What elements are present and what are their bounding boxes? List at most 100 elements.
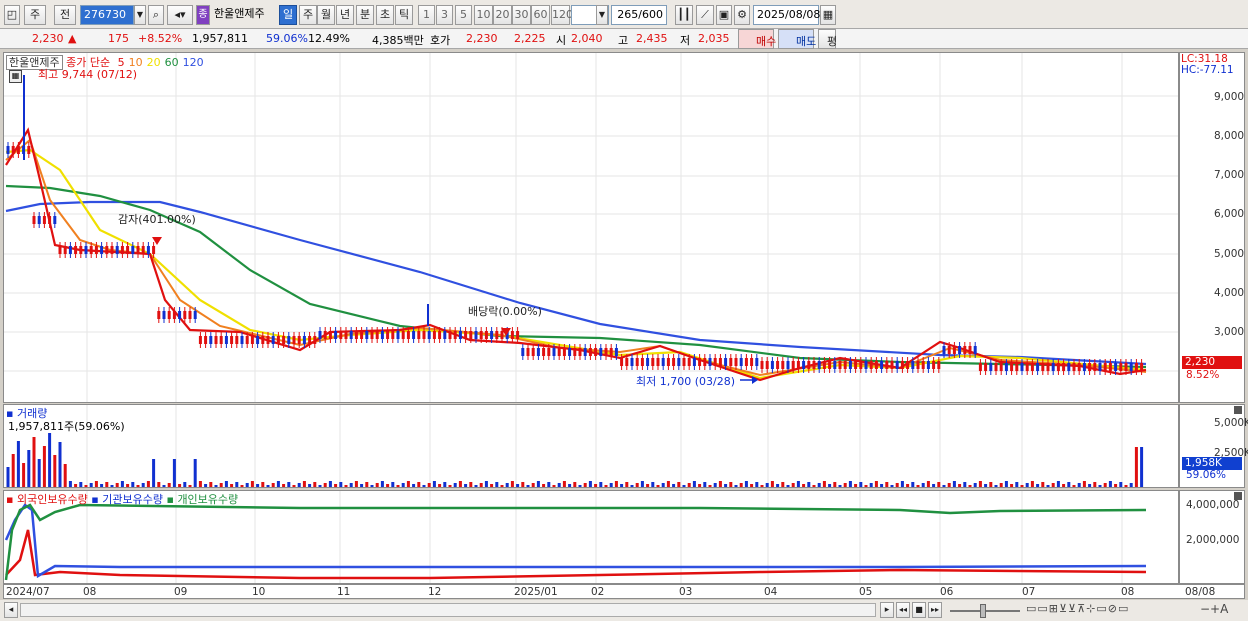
volume-bar xyxy=(703,482,707,487)
volume-bar xyxy=(401,483,405,487)
volume-bar xyxy=(984,484,988,487)
volume-bar xyxy=(172,459,176,487)
volume-bar xyxy=(791,483,795,487)
candle-body xyxy=(391,331,395,339)
holdings-tick-2: 2,000,000 xyxy=(1186,534,1240,546)
candle-body xyxy=(32,216,36,224)
zoom-slider-thumb[interactable] xyxy=(980,604,986,618)
candle-body xyxy=(412,331,416,339)
candle-body xyxy=(843,361,847,369)
candle-body xyxy=(188,311,192,319)
volume-bar xyxy=(74,484,78,487)
volume-bar xyxy=(349,483,353,487)
rewind-icon[interactable]: ◂◂ xyxy=(896,602,910,618)
candle-body xyxy=(500,331,504,339)
holdings-tick-1: 4,000,000 xyxy=(1186,499,1240,511)
volume-bar xyxy=(183,482,187,487)
candle-body xyxy=(557,348,561,356)
volume-bar xyxy=(1030,481,1034,487)
candle-body xyxy=(781,361,785,369)
scroll-left-icon[interactable]: ◂ xyxy=(4,602,18,618)
candle-body xyxy=(604,348,608,356)
legend-ma-period: 60 xyxy=(164,56,179,69)
x-axis: 2024/07 08 09 10 11 12 2025/01 02 03 04 05 06 07 08 08… xyxy=(3,584,1245,599)
candle-body xyxy=(682,358,686,366)
candle-body xyxy=(365,331,369,339)
volume-bar xyxy=(952,481,956,487)
candle-body xyxy=(635,358,639,366)
x-tick: 04 xyxy=(764,586,778,598)
legend-ma-period: 20 xyxy=(146,56,161,69)
volume-bar xyxy=(6,467,10,487)
candle-body xyxy=(354,331,358,339)
volume-bar xyxy=(365,482,369,487)
volume-bar xyxy=(760,485,764,487)
legend-institution: ▪ 기관보유수량 xyxy=(91,493,163,506)
volume-bar xyxy=(1041,482,1045,487)
drawing-tools-icon[interactable]: ▭▭⊞⊻⊻⊼⊹▭⊘▭ xyxy=(1026,602,1129,615)
volume-bar xyxy=(63,464,67,487)
volume-bar xyxy=(292,485,296,487)
zoom-controls-icon[interactable]: −+A xyxy=(1200,602,1228,616)
candle-body xyxy=(1077,363,1081,371)
pane-close-icon[interactable] xyxy=(1234,406,1242,414)
volume-bar xyxy=(240,485,244,487)
volume-bar xyxy=(900,481,904,487)
volume-bar xyxy=(843,483,847,487)
candle-body xyxy=(453,331,457,339)
candle-body xyxy=(204,336,208,344)
volume-bar xyxy=(339,482,343,487)
volume-bar xyxy=(562,481,566,487)
candle-body xyxy=(583,348,587,356)
volume-bar xyxy=(833,482,837,487)
candle-body xyxy=(916,361,920,369)
candle-body xyxy=(1093,363,1097,371)
volume-bar xyxy=(1119,482,1123,487)
candle-body xyxy=(172,311,176,319)
candle-body xyxy=(1129,363,1133,371)
volume-bar xyxy=(921,483,925,487)
volume-bar xyxy=(978,481,982,487)
volume-bar xyxy=(188,485,192,487)
candle-body xyxy=(911,361,915,369)
scrollbar-track[interactable] xyxy=(20,603,876,617)
candle-body xyxy=(464,331,468,339)
candle-body xyxy=(349,331,353,339)
volume-bar xyxy=(323,483,327,487)
volume-bar xyxy=(692,481,696,487)
volume-bar xyxy=(583,483,587,487)
volume-bar xyxy=(360,484,364,487)
candle-body xyxy=(609,348,613,356)
legend-foreign-label: 외국인보유수량 xyxy=(16,493,88,506)
scroll-right-icon[interactable]: ▸ xyxy=(880,602,894,618)
candle-body xyxy=(895,361,899,369)
candle-body xyxy=(167,311,171,319)
candle-body xyxy=(838,361,842,369)
stop-icon[interactable]: ■ xyxy=(912,602,926,618)
candle-body xyxy=(713,358,717,366)
forward-icon[interactable]: ▸▸ xyxy=(928,602,942,618)
candle-body xyxy=(141,246,145,254)
volume-bar xyxy=(994,485,998,487)
volume-bar xyxy=(464,484,468,487)
candle-body xyxy=(542,348,546,356)
candle-body xyxy=(937,361,941,369)
volume-bar xyxy=(906,484,910,487)
volume-bar xyxy=(22,463,26,487)
volume-bar xyxy=(807,482,811,487)
volume-bar xyxy=(495,482,499,487)
volume-bar xyxy=(911,482,915,487)
volume-bar xyxy=(302,481,306,487)
volume-bar xyxy=(739,483,743,487)
volume-bar xyxy=(453,483,457,487)
candle-body xyxy=(323,331,327,339)
calendar-icon[interactable]: ▦ xyxy=(9,70,22,83)
volume-bar xyxy=(271,483,275,487)
volume-bar xyxy=(682,485,686,487)
volume-bar xyxy=(152,459,156,487)
legend-individual-label: 개인보유수량 xyxy=(177,493,239,506)
candle-body xyxy=(406,331,410,339)
candle-body xyxy=(469,331,473,339)
volume-bar xyxy=(932,484,936,487)
candle-body xyxy=(864,361,868,369)
